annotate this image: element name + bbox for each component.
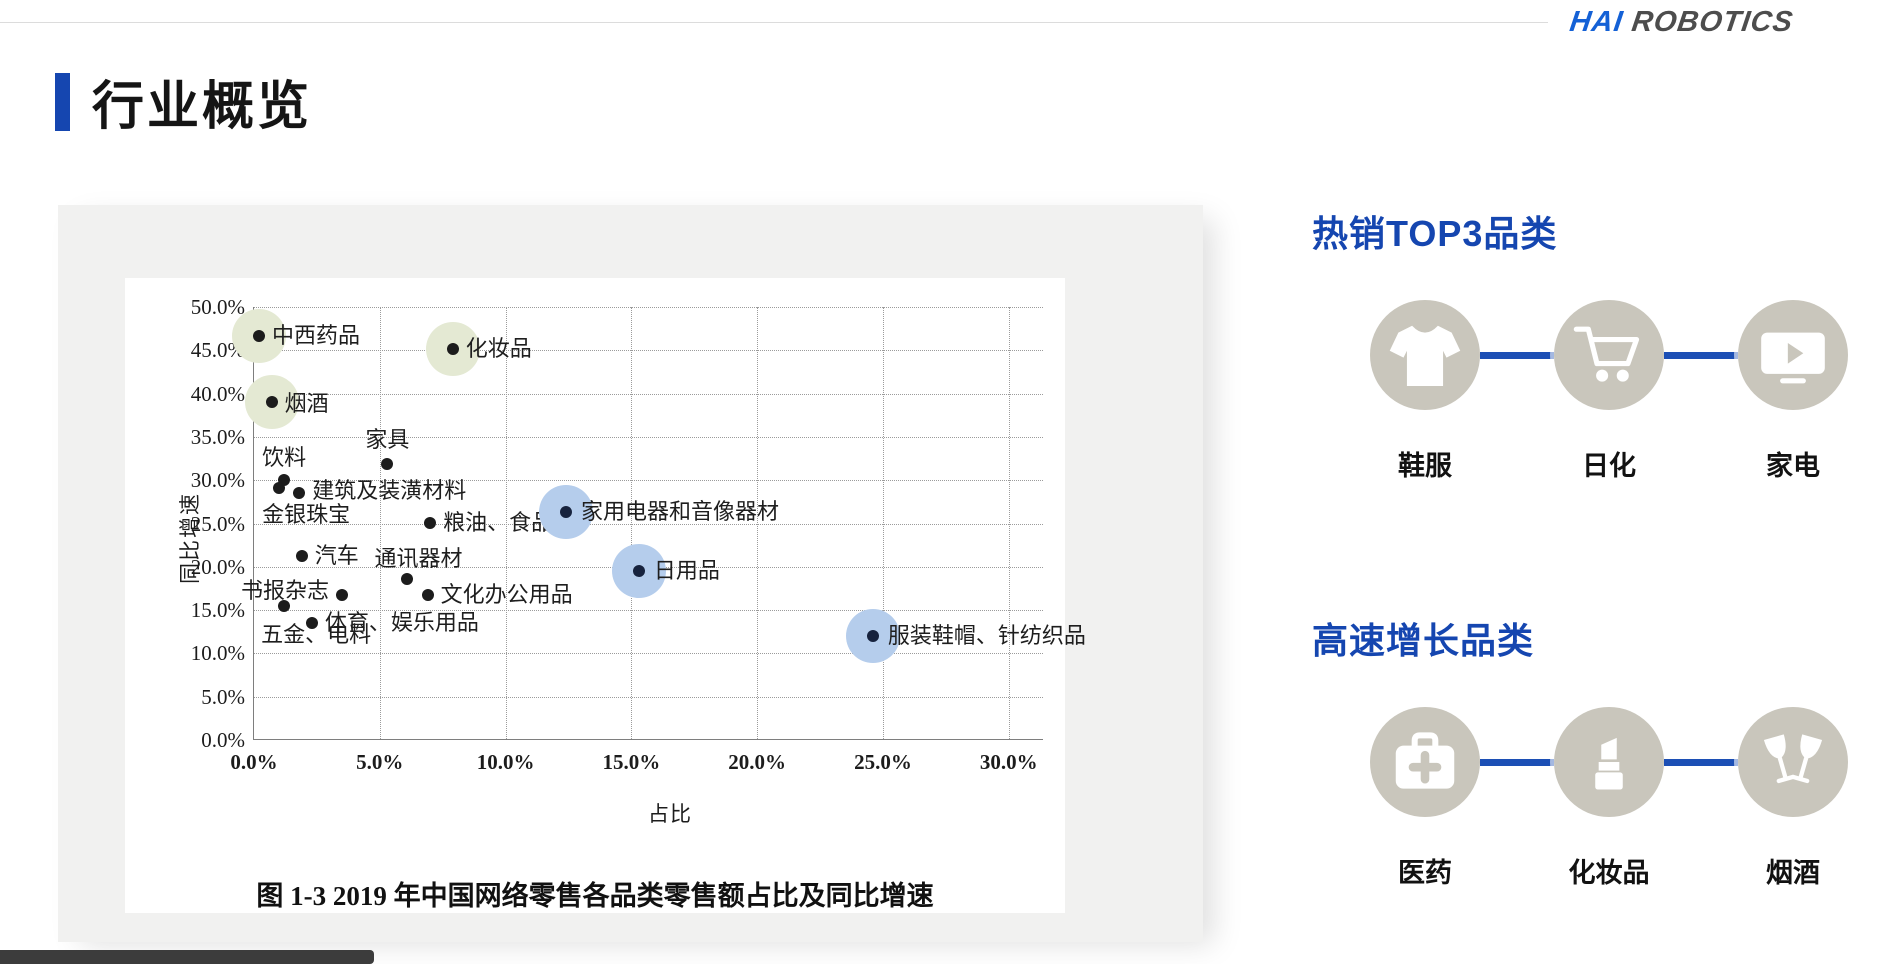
y-tick-label: 45.0% xyxy=(155,338,245,363)
gridline-v xyxy=(883,307,884,739)
gridline-h xyxy=(254,653,1043,654)
category-label: 家电 xyxy=(1766,444,1820,483)
gridline-v xyxy=(380,307,381,739)
data-point xyxy=(424,517,436,529)
wine-glasses-icon xyxy=(1738,707,1848,817)
category-item: 化妆品 xyxy=(1554,707,1664,890)
category-item: 医药 xyxy=(1370,707,1480,890)
gridline-h xyxy=(254,307,1043,308)
connector-line xyxy=(1664,759,1738,766)
data-point-label: 文化办公用品 xyxy=(441,582,573,608)
medical-bag-icon xyxy=(1370,707,1480,817)
logo-hai-text: HAI xyxy=(1568,6,1625,38)
data-point xyxy=(296,550,308,562)
gridline-h xyxy=(254,697,1043,698)
category-label: 医药 xyxy=(1398,851,1452,890)
y-tick-label: 30.0% xyxy=(155,468,245,493)
gridline-v xyxy=(1009,307,1010,739)
slide: HAIROBOTICS 行业概览 同比增速 0.0%5.0%10.0%15.0%… xyxy=(0,0,1885,964)
x-axis-title: 占比 xyxy=(648,798,692,828)
category-label: 鞋服 xyxy=(1398,444,1452,483)
page-title: 行业概览 xyxy=(92,64,312,139)
category-label: 烟酒 xyxy=(1766,851,1820,890)
data-point xyxy=(422,589,434,601)
tv-icon xyxy=(1738,300,1848,410)
data-point xyxy=(381,458,393,470)
y-tick-label: 15.0% xyxy=(155,598,245,623)
y-tick-label: 5.0% xyxy=(155,685,245,710)
x-tick-label: 30.0% xyxy=(980,750,1038,775)
data-point xyxy=(560,506,572,518)
connector-line xyxy=(1480,759,1554,766)
category-item: 烟酒 xyxy=(1738,707,1848,890)
figure-caption: 图 1-3 2019 年中国网络零售各品类零售额占比及同比增速 xyxy=(125,874,1065,913)
data-point xyxy=(633,565,645,577)
x-tick-label: 25.0% xyxy=(854,750,912,775)
data-point-label: 家用电器和音像器材 xyxy=(581,499,779,525)
title-accent-bar xyxy=(55,73,70,131)
chart-card: 同比增速 0.0%5.0%10.0%15.0%20.0%25.0%30.0%35… xyxy=(125,278,1065,913)
section-heading: 高速增长品类 xyxy=(1312,620,1872,662)
logo-robotics-text: ROBOTICS xyxy=(1630,6,1796,38)
top-divider xyxy=(0,22,1548,23)
data-point xyxy=(278,600,290,612)
gridline-h xyxy=(254,350,1043,351)
category-icon-row: 医药 化妆品 烟酒 xyxy=(1370,707,1872,890)
data-point xyxy=(266,396,278,408)
lipstick-icon xyxy=(1554,707,1664,817)
category-icon-row: 鞋服 日化 家电 xyxy=(1370,300,1872,483)
connector-line xyxy=(1664,352,1738,359)
x-tick-label: 0.0% xyxy=(230,750,277,775)
data-point xyxy=(293,487,305,499)
data-point-label: 化妆品 xyxy=(466,336,532,362)
data-point-label: 饮料 xyxy=(262,445,306,471)
data-point xyxy=(336,589,348,601)
data-point xyxy=(306,617,318,629)
data-point xyxy=(253,330,265,342)
category-label: 日化 xyxy=(1582,444,1636,483)
gridline-h xyxy=(254,394,1043,395)
category-item: 日化 xyxy=(1554,300,1664,483)
data-point-label: 烟酒 xyxy=(285,391,329,417)
y-tick-label: 35.0% xyxy=(155,425,245,450)
data-point-label: 家具 xyxy=(365,427,409,453)
y-tick-label: 10.0% xyxy=(155,641,245,666)
scatter-plot: 0.0%5.0%10.0%15.0%20.0%25.0%30.0%35.0%40… xyxy=(253,307,1043,740)
data-point-label: 中西药品 xyxy=(272,323,360,349)
x-tick-label: 10.0% xyxy=(477,750,535,775)
y-tick-label: 50.0% xyxy=(155,295,245,320)
brand-logo: HAIROBOTICS xyxy=(1568,6,1796,39)
connector-line xyxy=(1480,352,1554,359)
data-point-label: 通讯器材 xyxy=(374,546,462,572)
data-point-label: 服装鞋帽、针纺织品 xyxy=(888,623,1086,649)
data-point xyxy=(447,343,459,355)
x-tick-label: 20.0% xyxy=(728,750,786,775)
category-label: 化妆品 xyxy=(1569,851,1650,890)
tshirt-icon xyxy=(1370,300,1480,410)
y-tick-label: 25.0% xyxy=(155,512,245,537)
data-point-label: 汽车 xyxy=(315,543,359,569)
y-tick-label: 40.0% xyxy=(155,382,245,407)
y-tick-label: 20.0% xyxy=(155,555,245,580)
right-panel-section: 高速增长品类医药 化妆品 烟酒 xyxy=(1312,620,1872,890)
data-point-label: 金银珠宝 xyxy=(262,502,350,528)
right-panel-section: 热销TOP3品类鞋服 日化 家电 xyxy=(1312,213,1872,483)
data-point xyxy=(401,573,413,585)
data-point xyxy=(273,482,285,494)
section-heading: 热销TOP3品类 xyxy=(1312,213,1872,255)
data-point-label: 体育、娱乐用品 xyxy=(325,610,479,636)
data-point-label: 建筑及装潢材料 xyxy=(312,478,466,504)
data-point xyxy=(867,630,879,642)
data-point-label: 粮油、食品 xyxy=(443,510,553,536)
page-title-row: 行业概览 xyxy=(55,64,312,139)
category-item: 家电 xyxy=(1738,300,1848,483)
data-point-label: 日用品 xyxy=(654,558,720,584)
cart-icon xyxy=(1554,300,1664,410)
bottom-dark-bar xyxy=(0,950,374,964)
category-item: 鞋服 xyxy=(1370,300,1480,483)
x-tick-label: 15.0% xyxy=(603,750,661,775)
x-tick-label: 5.0% xyxy=(356,750,403,775)
